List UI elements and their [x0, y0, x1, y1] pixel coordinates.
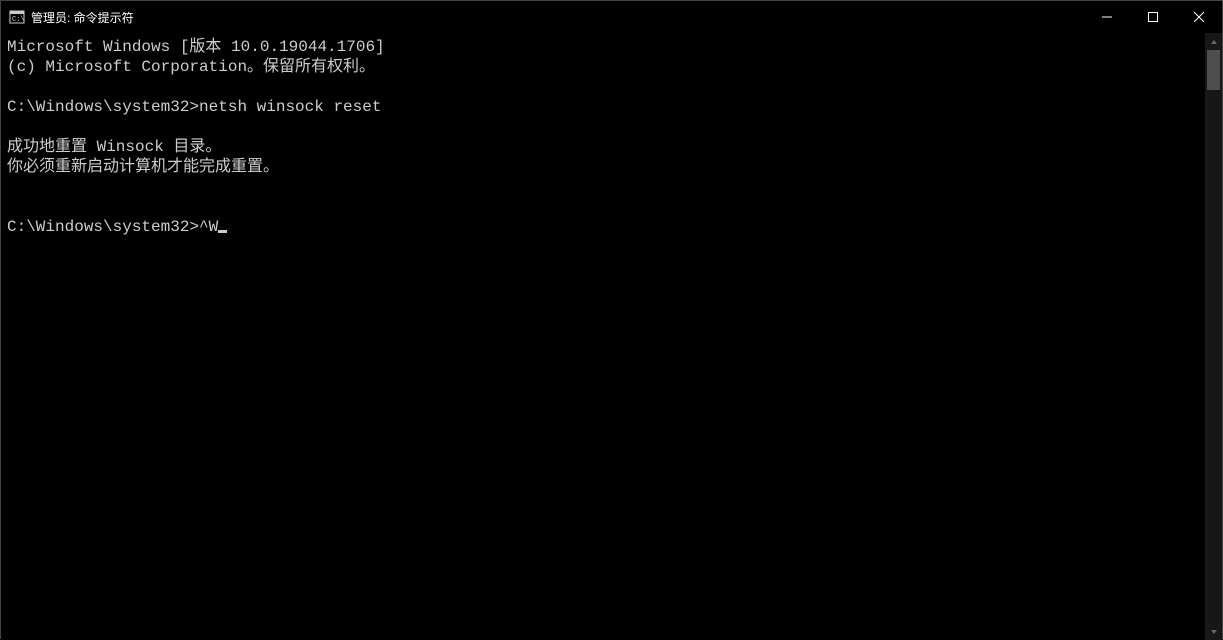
terminal-output[interactable]: Microsoft Windows [版本 10.0.19044.1706] (… — [1, 33, 1205, 640]
output-line: 你必须重新启动计算机才能完成重置。 — [7, 158, 279, 176]
close-button[interactable] — [1176, 1, 1222, 33]
prompt-path: C:\Windows\system32> — [7, 218, 199, 236]
vertical-scrollbar[interactable] — [1205, 33, 1222, 640]
maximize-button[interactable] — [1130, 1, 1176, 33]
version-line: Microsoft Windows [版本 10.0.19044.1706] — [7, 38, 385, 56]
minimize-button[interactable] — [1084, 1, 1130, 33]
output-line: 成功地重置 Winsock 目录。 — [7, 138, 221, 156]
prompt-path: C:\Windows\system32> — [7, 98, 199, 116]
window-title: 管理员: 命令提示符 — [31, 9, 134, 26]
command-text: ^W — [199, 218, 218, 236]
scroll-up-button[interactable] — [1205, 33, 1222, 50]
scroll-down-button[interactable] — [1205, 623, 1222, 640]
window-titlebar: C:\ 管理员: 命令提示符 — [1, 1, 1222, 33]
scroll-track[interactable] — [1205, 50, 1222, 623]
svg-text:C:\: C:\ — [12, 16, 25, 24]
text-cursor — [218, 230, 227, 233]
terminal-area: Microsoft Windows [版本 10.0.19044.1706] (… — [1, 33, 1222, 640]
app-icon: C:\ — [9, 9, 25, 25]
copyright-line: (c) Microsoft Corporation。保留所有权利。 — [7, 58, 375, 76]
command-text: netsh winsock reset — [199, 98, 381, 116]
scroll-thumb[interactable] — [1207, 50, 1220, 90]
